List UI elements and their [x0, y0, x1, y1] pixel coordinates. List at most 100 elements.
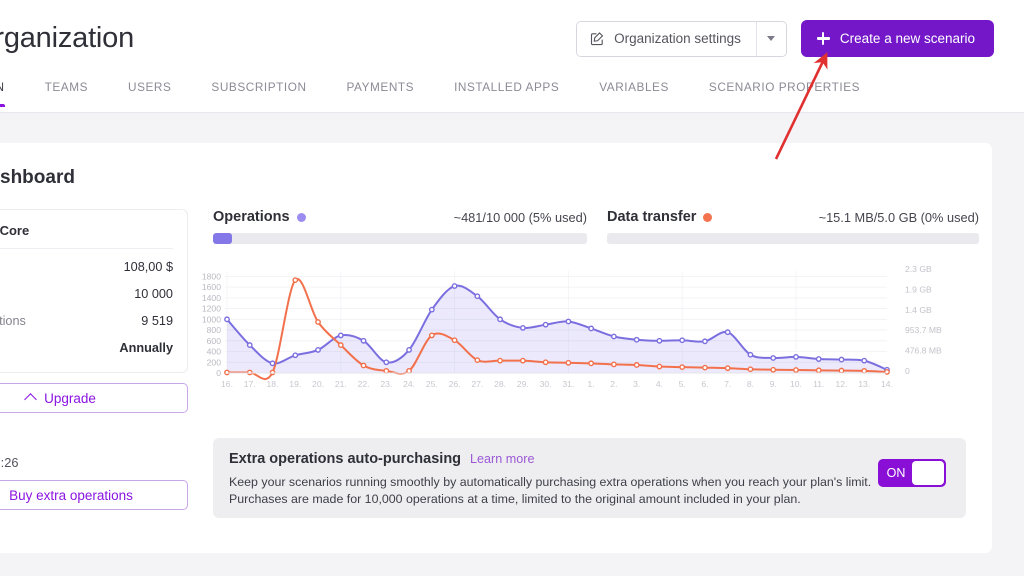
plan-row: tions/mo 10 000 [0, 280, 173, 307]
svg-text:16.: 16. [221, 379, 233, 389]
svg-text:2.: 2. [610, 379, 617, 389]
tab-bar: ION TEAMS USERS SUBSCRIPTION PAYMENTS IN… [0, 76, 1024, 113]
svg-text:19.: 19. [289, 379, 301, 389]
tab-label: VARIABLES [599, 80, 669, 94]
learn-more-link[interactable]: Learn more [470, 452, 534, 466]
svg-text:6.: 6. [701, 379, 708, 389]
tab-list: ION TEAMS USERS SUBSCRIPTION PAYMENTS IN… [0, 76, 880, 107]
plan-row-value: Annually [119, 341, 173, 355]
svg-text:23.: 23. [380, 379, 392, 389]
upgrade-button[interactable]: Upgrade [0, 383, 188, 413]
svg-text:1600: 1600 [202, 282, 221, 292]
tab-variables[interactable]: VARIABLES [579, 76, 689, 107]
organization-settings-dropdown-button[interactable] [755, 21, 786, 56]
plan-row: 108,00 $ [0, 249, 173, 280]
plan-row-key: ed operations [0, 314, 26, 328]
reset-date: 2025, 11:39:26 [0, 455, 19, 470]
data-transfer-metric-label: Data transfer [607, 209, 697, 225]
auto-purchasing-toggle-label: ON [886, 466, 906, 480]
svg-text:600: 600 [207, 336, 222, 346]
auto-purchasing-toggle[interactable]: ON [878, 459, 946, 487]
operations-progress-fill [213, 233, 232, 244]
plan-row-value: 108,00 $ [123, 260, 173, 274]
plus-icon [816, 32, 830, 45]
tab-label: TEAMS [44, 80, 89, 94]
auto-purchasing-title: Extra operations auto-purchasing [229, 451, 462, 467]
svg-text:5.: 5. [679, 379, 686, 389]
tab-subscription[interactable]: SUBSCRIPTION [191, 76, 326, 107]
tab-label: ION [0, 80, 5, 94]
svg-text:10.: 10. [790, 379, 802, 389]
create-scenario-label: Create a new scenario [839, 31, 975, 46]
auto-purchasing-panel: Extra operations auto-purchasing Learn m… [213, 438, 966, 518]
svg-text:0: 0 [216, 368, 221, 378]
create-scenario-button[interactable]: Create a new scenario [800, 20, 994, 57]
page-header: Organization Organization settings [0, 0, 1024, 76]
plan-row: ed operations 9 519 [0, 307, 173, 334]
page-title: Organization [0, 22, 135, 54]
data-transfer-title-group: Data transfer [607, 209, 713, 225]
tab-installed-apps[interactable]: INSTALLED APPS [434, 76, 579, 107]
svg-text:18.: 18. [267, 379, 279, 389]
dashboard-panel: shboard nt plan - Core 108,00 $ tions/mo… [0, 143, 992, 553]
tab-label: PAYMENTS [346, 80, 415, 94]
buy-extra-operations-label: Buy extra operations [9, 487, 133, 503]
svg-text:17.: 17. [244, 379, 256, 389]
chevron-down-icon [767, 36, 776, 41]
svg-text:1.: 1. [588, 379, 595, 389]
organization-settings-button[interactable]: Organization settings [577, 21, 756, 56]
data-transfer-series-dot-icon [703, 212, 713, 222]
organization-settings-label: Organization settings [614, 31, 741, 46]
plan-row-value: 9 519 [141, 314, 173, 328]
plan-row-value: 10 000 [134, 287, 173, 301]
usage-chart: 0 200 400 600 800 1000 1200 1400 1600 1800 0 476.8 … [187, 265, 967, 400]
operations-metric-label: Operations [213, 209, 290, 225]
current-plan-heading: nt plan - Core [0, 223, 173, 249]
svg-text:21.: 21. [335, 379, 347, 389]
tab-teams[interactable]: TEAMS [25, 76, 108, 107]
svg-text:26.: 26. [449, 379, 461, 389]
operations-title-group: Operations [213, 209, 306, 225]
operations-metric: Operations ~481/10 000 (5% used) [213, 209, 587, 244]
current-plan-name: Core [0, 223, 30, 238]
svg-text:1800: 1800 [202, 271, 221, 281]
page-heading: shboard [0, 167, 75, 188]
svg-text:953.7 MB: 953.7 MB [905, 325, 942, 335]
tab-organization[interactable]: ION [0, 76, 25, 107]
svg-text:29.: 29. [517, 379, 529, 389]
svg-text:800: 800 [207, 325, 222, 335]
tab-label: INSTALLED APPS [454, 80, 560, 94]
svg-text:1200: 1200 [202, 304, 221, 314]
tab-users[interactable]: USERS [108, 76, 191, 107]
svg-text:25.: 25. [426, 379, 438, 389]
svg-text:4.: 4. [656, 379, 663, 389]
tab-scenario-properties[interactable]: SCENARIO PROPERTIES [689, 76, 880, 107]
svg-text:20.: 20. [312, 379, 324, 389]
svg-text:31.: 31. [562, 379, 574, 389]
svg-text:28.: 28. [494, 379, 506, 389]
tab-payments[interactable]: PAYMENTS [327, 76, 435, 107]
plan-row: interval Annually [0, 334, 173, 361]
svg-text:24.: 24. [403, 379, 415, 389]
upgrade-label: Upgrade [44, 390, 96, 406]
svg-text:1000: 1000 [202, 314, 221, 324]
header-actions: Organization settings Create a new scena… [576, 20, 994, 57]
svg-text:27.: 27. [471, 379, 483, 389]
svg-text:3.: 3. [633, 379, 640, 389]
svg-text:7.: 7. [724, 379, 731, 389]
toggle-knob [912, 461, 944, 485]
svg-text:22.: 22. [358, 379, 370, 389]
operations-series-dot-icon [296, 212, 306, 222]
svg-text:1.4 GB: 1.4 GB [905, 305, 932, 315]
tab-label: SCENARIO PROPERTIES [708, 80, 861, 94]
chevron-up-icon [24, 393, 37, 406]
svg-text:30.: 30. [540, 379, 552, 389]
svg-text:200: 200 [207, 357, 222, 367]
svg-text:14.: 14. [881, 379, 893, 389]
auto-purchasing-title-row: Extra operations auto-purchasing Learn m… [229, 451, 950, 467]
data-transfer-metric: Data transfer ~15.1 MB/5.0 GB (0% used) [607, 209, 979, 244]
svg-text:1.9 GB: 1.9 GB [905, 284, 932, 294]
svg-text:0: 0 [905, 366, 910, 376]
data-transfer-usage-text: ~15.1 MB/5.0 GB (0% used) [818, 209, 979, 225]
buy-extra-operations-button[interactable]: Buy extra operations [0, 480, 188, 510]
